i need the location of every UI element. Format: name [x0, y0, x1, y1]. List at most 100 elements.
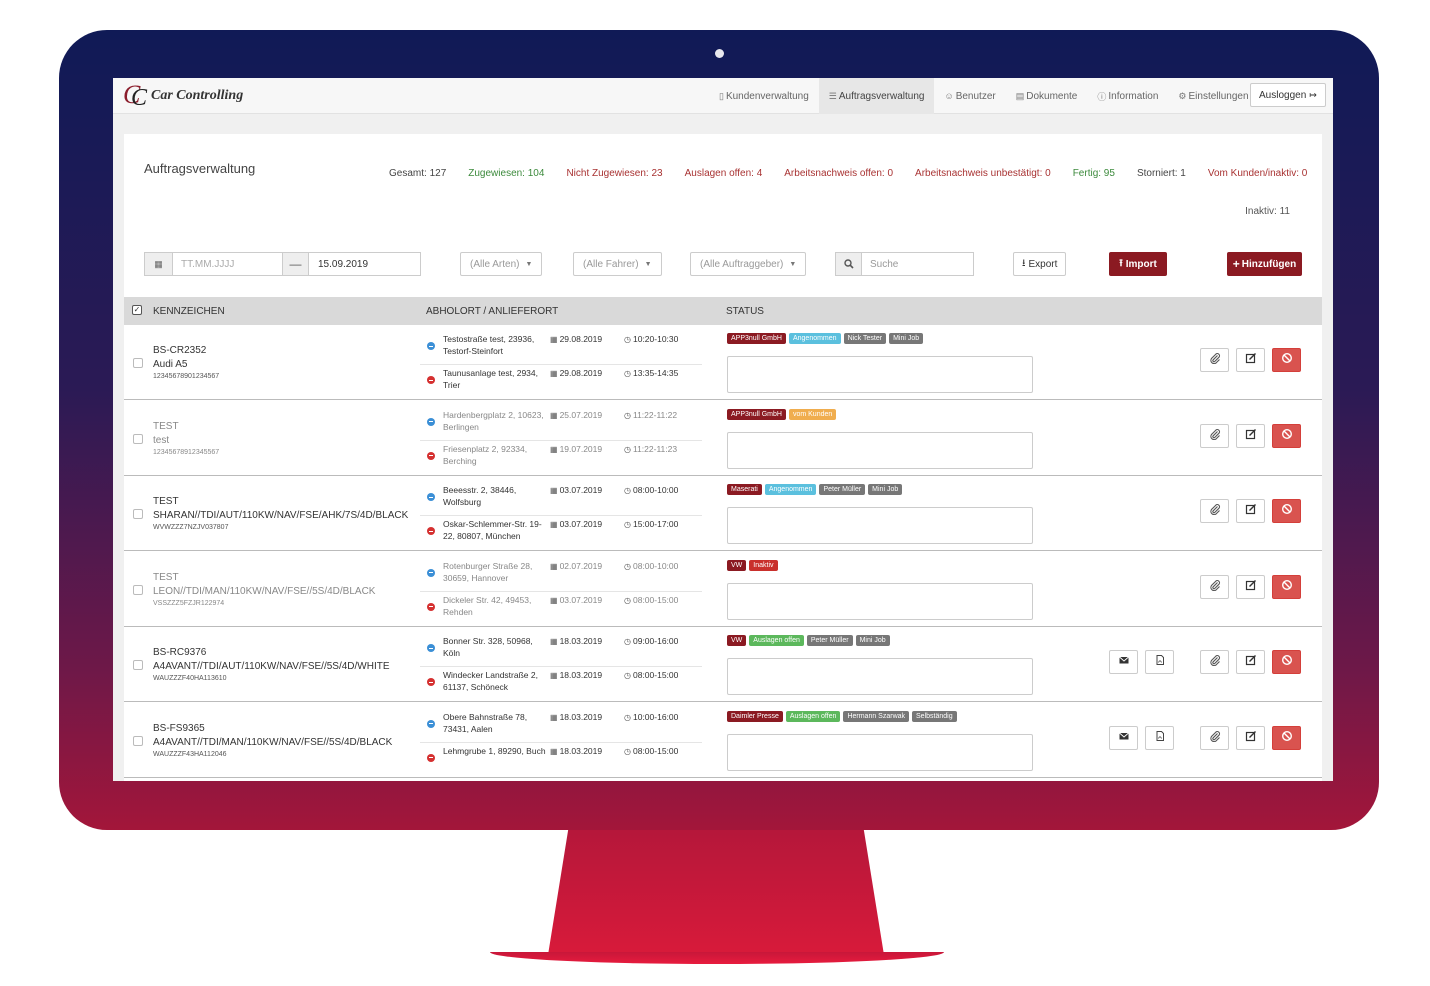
- row-checkbox[interactable]: [133, 433, 143, 444]
- edit-button[interactable]: [1236, 499, 1265, 523]
- nav-item-einstellungen[interactable]: ⚙ Einstellungen: [1168, 78, 1258, 114]
- cancel-order-button[interactable]: [1272, 348, 1301, 372]
- row-checkbox[interactable]: [133, 358, 143, 368]
- add-order-button[interactable]: + Hinzufügen: [1227, 252, 1302, 276]
- page-title: Auftragsverwaltung: [144, 161, 256, 176]
- edit-button[interactable]: [1236, 725, 1265, 750]
- nav-item-kundenverwaltung[interactable]: ▯ Kundenverwaltung: [709, 78, 819, 114]
- nav-item-benutzer[interactable]: ☺ Benutzer: [934, 78, 1005, 114]
- location-date: ▦ 19.07.2019: [550, 444, 602, 454]
- nav-item-label: Information: [1108, 90, 1159, 102]
- vehicle-plate: TEST: [153, 496, 179, 507]
- row-actions: [1109, 725, 1301, 750]
- status-note-field[interactable]: [727, 431, 1033, 469]
- vehicle-vin: VSSZZZ5FZJR122974: [153, 599, 225, 607]
- stat-item[interactable]: Nicht Zugewiesen: 23: [566, 168, 662, 179]
- clock-icon: ◷: [624, 486, 631, 495]
- table-row[interactable]: BS-FS9365 A4AVANT//TDI/MAN/110KW/NAV/FSE/…: [124, 702, 1322, 778]
- date-from-field[interactable]: ▦ TT.MM.JJJJ: [144, 252, 283, 276]
- cancel-order-button[interactable]: [1272, 650, 1301, 674]
- edit-button[interactable]: [1236, 650, 1265, 674]
- type-select[interactable]: (Alle Arten) ▼: [460, 252, 543, 276]
- logo[interactable]: CC Car Controlling: [123, 80, 243, 111]
- attachment-button[interactable]: [1200, 574, 1229, 599]
- status-badge: Angenommen: [764, 484, 817, 495]
- cancel-order-button[interactable]: [1272, 725, 1301, 750]
- attachment-button[interactable]: [1200, 348, 1229, 372]
- calendar-icon: ▦: [145, 253, 173, 275]
- stat-item[interactable]: Vom Kunden/inaktiv: 0: [1208, 168, 1308, 179]
- calendar-icon: ▦: [550, 335, 558, 344]
- import-button[interactable]: ⭱ Import: [1109, 252, 1167, 276]
- client-select[interactable]: (Alle Auftraggeber) ▼: [690, 252, 807, 276]
- row-checkbox[interactable]: [133, 735, 143, 746]
- stat-item[interactable]: Arbeitsnachweis offen: 0: [784, 168, 893, 179]
- table-row[interactable]: TEST test 12345678912345567 Hardenbergplatz…: [124, 400, 1322, 476]
- status-badge: APP3null GmbH: [727, 333, 786, 344]
- email-button[interactable]: [1109, 725, 1138, 750]
- table-row[interactable]: TEST LEON//TDI/MAN/110KW/NAV/FSE//5S/4D/B…: [124, 551, 1322, 627]
- location-date-text: 18.03.2019: [559, 670, 603, 680]
- nav-item-label: Dokumente: [1026, 90, 1078, 102]
- nav-item-information[interactable]: ⓘ Information: [1087, 78, 1168, 114]
- location-date: ▦ 29.08.2019: [550, 368, 602, 378]
- stat-item[interactable]: Auslagen offen: 4: [685, 168, 763, 179]
- ban-icon: [1281, 351, 1293, 369]
- row-checkbox[interactable]: [133, 584, 143, 595]
- logout-button[interactable]: Ausloggen ↦: [1250, 83, 1326, 107]
- status-note-field[interactable]: [727, 507, 1033, 544]
- location-date: ▦ 29.08.2019: [550, 334, 602, 344]
- stat-item[interactable]: Arbeitsnachweis unbestätigt: 0: [915, 168, 1051, 179]
- attachment-button[interactable]: [1200, 650, 1229, 674]
- location-time-text: 08:00-15:00: [632, 745, 679, 756]
- location-time-text: 08:00-10:00: [632, 485, 679, 495]
- email-button[interactable]: [1109, 650, 1138, 674]
- location-time: ◷ 10:00-16:00: [624, 712, 678, 722]
- stat-item[interactable]: Zugewiesen: 104: [468, 168, 544, 179]
- export-button[interactable]: ⭳ Export: [1013, 252, 1067, 276]
- stat-item[interactable]: Gesamt: 127: [389, 168, 446, 179]
- pdf-button[interactable]: [1145, 725, 1174, 750]
- table-row[interactable]: BS-CR2352 Audi A5 12345678901234567 Testost…: [124, 325, 1322, 400]
- stat-item[interactable]: Fertig: 95: [1073, 168, 1115, 179]
- row-checkbox[interactable]: [133, 660, 143, 670]
- pickup-marker-icon: [427, 342, 435, 350]
- table-row[interactable]: TEST SHARAN//TDI/AUT/110KW/NAV/FSE/AHK/7S…: [124, 476, 1322, 551]
- location-address: Obere Bahnstraße 78, 73431, Aalen: [443, 711, 528, 734]
- driver-select[interactable]: (Alle Fahrer) ▼: [573, 252, 662, 276]
- search-field[interactable]: Suche: [835, 252, 974, 276]
- stat-item[interactable]: Storniert: 1: [1137, 168, 1186, 179]
- status-badge: Maserati: [727, 484, 762, 495]
- table-row[interactable]: BS-RC9376 A4AVANT//TDI/AUT/110KW/NAV/FSE/…: [124, 627, 1322, 702]
- attachment-button[interactable]: [1200, 423, 1229, 448]
- cancel-order-button[interactable]: [1272, 499, 1301, 523]
- row-checkbox[interactable]: [133, 509, 143, 519]
- pickup-location: Bonner Str. 328, 50968, Köln ▦ 18.03.2019 ◷…: [420, 633, 702, 667]
- edit-button[interactable]: [1236, 348, 1265, 372]
- attachment-button[interactable]: [1200, 499, 1229, 523]
- ban-icon: [1281, 729, 1293, 747]
- cancel-order-button[interactable]: [1272, 574, 1301, 599]
- upload-icon: ⭱: [1119, 257, 1123, 269]
- pickup-marker-icon: [427, 493, 435, 501]
- status-note-field[interactable]: [727, 733, 1033, 771]
- location-address: Windecker Landstraße 2, 61137, Schöneck: [443, 670, 538, 692]
- edit-button[interactable]: [1236, 423, 1265, 448]
- status-note-field[interactable]: [727, 658, 1033, 695]
- status-badges: Maserati Angenommen Peter Müller Mini Job: [727, 484, 903, 495]
- date-to-field[interactable]: 15.09.2019: [309, 252, 421, 276]
- nav-item-auftragsverwaltung[interactable]: ☰ Auftragsverwaltung: [818, 78, 935, 114]
- pdf-button[interactable]: [1145, 650, 1174, 674]
- cancel-order-button[interactable]: [1272, 423, 1301, 448]
- paperclip-icon: [1209, 427, 1221, 445]
- edit-button[interactable]: [1236, 574, 1265, 599]
- gears-icon: ⚙: [1178, 90, 1187, 101]
- nav-item-dokumente[interactable]: ▤ Dokumente: [1006, 78, 1088, 114]
- location-time: ◷ 13:35-14:35: [624, 368, 678, 378]
- status-note-field[interactable]: [727, 582, 1033, 620]
- attachment-button[interactable]: [1200, 725, 1229, 750]
- status-badge: Inaktiv: [749, 559, 778, 571]
- select-all-checkbox[interactable]: ✓: [132, 305, 142, 315]
- status-note-field[interactable]: [727, 356, 1033, 393]
